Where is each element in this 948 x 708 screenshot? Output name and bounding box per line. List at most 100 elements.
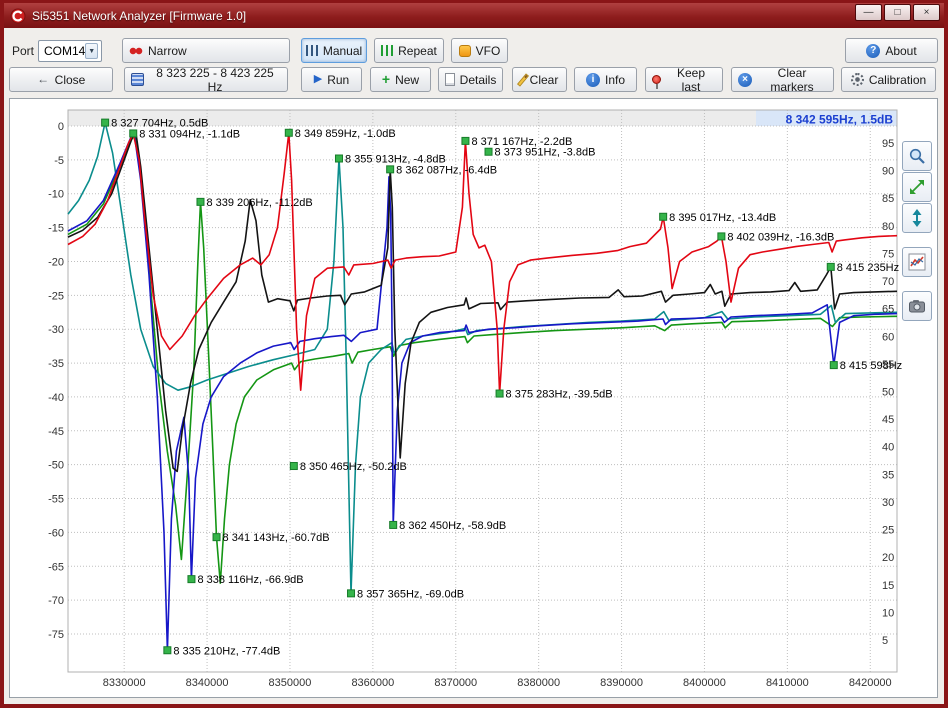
- chart-marker[interactable]: [390, 521, 397, 528]
- chart-marker[interactable]: [348, 590, 355, 597]
- y-left-tick-label: -60: [48, 527, 64, 539]
- minimize-button[interactable]: —: [855, 4, 882, 21]
- x-tick-label: 8330000: [103, 677, 146, 689]
- chart-marker[interactable]: [462, 137, 469, 144]
- new-icon: +: [382, 73, 390, 86]
- chart-marker-label: 8 349 859Hz, -1.0dB: [295, 128, 396, 140]
- close-window-button[interactable]: ×: [913, 4, 940, 21]
- details-button[interactable]: Details: [438, 67, 503, 92]
- keep-last-button[interactable]: Keep last: [645, 67, 723, 92]
- vfo-label: VFO: [476, 44, 501, 58]
- vfo-button[interactable]: VFO: [451, 38, 508, 63]
- chart-marker[interactable]: [387, 166, 394, 173]
- screenshot-tool-button[interactable]: [902, 291, 932, 321]
- y-left-tick-label: -75: [48, 629, 64, 641]
- chart-marker[interactable]: [496, 390, 503, 397]
- y-right-tick-label: 30: [882, 497, 894, 509]
- frequency-range-button[interactable]: 8 323 225 - 8 423 225 Hz: [124, 67, 288, 92]
- about-button[interactable]: ? About: [845, 38, 938, 63]
- y-left-tick-label: -20: [48, 256, 64, 268]
- network-analyzer-plot[interactable]: 8 327 704Hz, 0.5dB8 331 094Hz, -1.1dB8 3…: [10, 99, 937, 697]
- calibration-button[interactable]: Calibration: [841, 67, 936, 92]
- x-tick-label: 8400000: [683, 677, 726, 689]
- y-left-tick-label: -30: [48, 324, 64, 336]
- keep-last-label: Keep last: [666, 66, 716, 94]
- repeat-icon: [381, 45, 393, 56]
- chart-marker[interactable]: [290, 463, 297, 470]
- chart-marker-label: 8 338 116Hz, -66.9dB: [197, 574, 303, 586]
- chart-marker-label: 8 362 087Hz, -6.4dB: [396, 164, 497, 176]
- chart-marker[interactable]: [197, 198, 204, 205]
- title-bar[interactable]: Si5351 Network Analyzer [Firmware 1.0]: [4, 3, 944, 28]
- chart-marker-label: 8 375 283Hz, -39.5dB: [506, 389, 613, 401]
- new-label: New: [395, 73, 419, 87]
- narrow-button[interactable]: Narrow: [122, 38, 290, 63]
- y-right-tick-label: 70: [882, 276, 894, 288]
- y-left-tick-label: -15: [48, 223, 64, 235]
- chart-marker[interactable]: [335, 155, 342, 162]
- chart-marker[interactable]: [213, 534, 220, 541]
- port-value: COM14: [44, 44, 85, 58]
- port-select[interactable]: COM14 ▼: [38, 40, 102, 62]
- y-right-tick-label: 45: [882, 414, 894, 426]
- y-right-tick-label: 15: [882, 580, 894, 592]
- x-tick-label: 8370000: [434, 677, 477, 689]
- x-tick-label: 8420000: [849, 677, 892, 689]
- chart-marker[interactable]: [285, 129, 292, 136]
- clear-icon: [517, 73, 529, 86]
- manual-button[interactable]: Manual: [301, 38, 367, 63]
- y-left-tick-label: -45: [48, 426, 64, 438]
- vertical-scale-tool-button[interactable]: [902, 203, 932, 233]
- info-icon: i: [586, 73, 600, 87]
- app-logo-icon: [10, 8, 26, 24]
- x-tick-label: 8390000: [600, 677, 643, 689]
- vfo-icon: [459, 45, 471, 57]
- y-left-tick-label: -40: [48, 392, 64, 404]
- graph-tool-button[interactable]: [902, 247, 932, 277]
- chart-marker-label: 8 402 039Hz, -16.3dB: [727, 231, 834, 243]
- chart-marker-label: 8 415 235Hz: [837, 262, 899, 274]
- chart-marker[interactable]: [102, 119, 109, 126]
- chart-marker[interactable]: [830, 362, 837, 369]
- clear-markers-button[interactable]: × Clear markers: [731, 67, 834, 92]
- close-button[interactable]: ← Close: [9, 67, 113, 92]
- about-label: About: [885, 44, 916, 58]
- y-right-tick-label: 85: [882, 193, 894, 205]
- exit-icon: ←: [37, 73, 50, 86]
- chart-marker-label: 8 350 465Hz, -50.2dB: [300, 461, 407, 473]
- chart-marker-label: 8 341 143Hz, -60.7dB: [223, 532, 330, 544]
- info-button[interactable]: i Info: [574, 67, 637, 92]
- magnifier-icon: [908, 147, 926, 165]
- details-icon: [445, 73, 455, 86]
- clear-button[interactable]: Clear: [512, 67, 567, 92]
- chart-marker-label: 8 339 206Hz, -11.2dB: [206, 197, 312, 209]
- chart-marker-label: 8 362 450Hz, -58.9dB: [399, 520, 506, 532]
- chart-marker[interactable]: [130, 130, 137, 137]
- manual-label: Manual: [323, 44, 362, 58]
- fit-tool-button[interactable]: [902, 172, 932, 202]
- chart-marker-label: 8 335 210Hz, -77.4dB: [173, 645, 280, 657]
- chart-marker[interactable]: [718, 233, 725, 240]
- chart-marker[interactable]: [485, 148, 492, 155]
- chart-marker[interactable]: [827, 263, 834, 270]
- frequency-range-icon: [131, 73, 144, 86]
- close-label: Close: [55, 73, 86, 87]
- manual-icon: [306, 45, 318, 56]
- zoom-tool-button[interactable]: [902, 141, 932, 171]
- maximize-button[interactable]: □: [884, 4, 911, 21]
- expand-arrows-icon: [908, 178, 926, 196]
- run-button[interactable]: ▶ Run: [301, 67, 362, 92]
- chart-marker[interactable]: [188, 576, 195, 583]
- y-right-tick-label: 90: [882, 166, 894, 178]
- run-icon: ▶: [314, 73, 322, 86]
- y-right-tick-label: 50: [882, 386, 894, 398]
- y-left-tick-label: -35: [48, 358, 64, 370]
- frequency-range-label: 8 323 225 - 8 423 225 Hz: [149, 66, 281, 94]
- clear-markers-icon: ×: [738, 73, 752, 87]
- gear-icon: [851, 73, 864, 86]
- new-button[interactable]: + New: [370, 67, 431, 92]
- chart-marker[interactable]: [660, 213, 667, 220]
- vertical-arrows-icon: [908, 209, 926, 227]
- chart-marker[interactable]: [164, 647, 171, 654]
- repeat-button[interactable]: Repeat: [374, 38, 444, 63]
